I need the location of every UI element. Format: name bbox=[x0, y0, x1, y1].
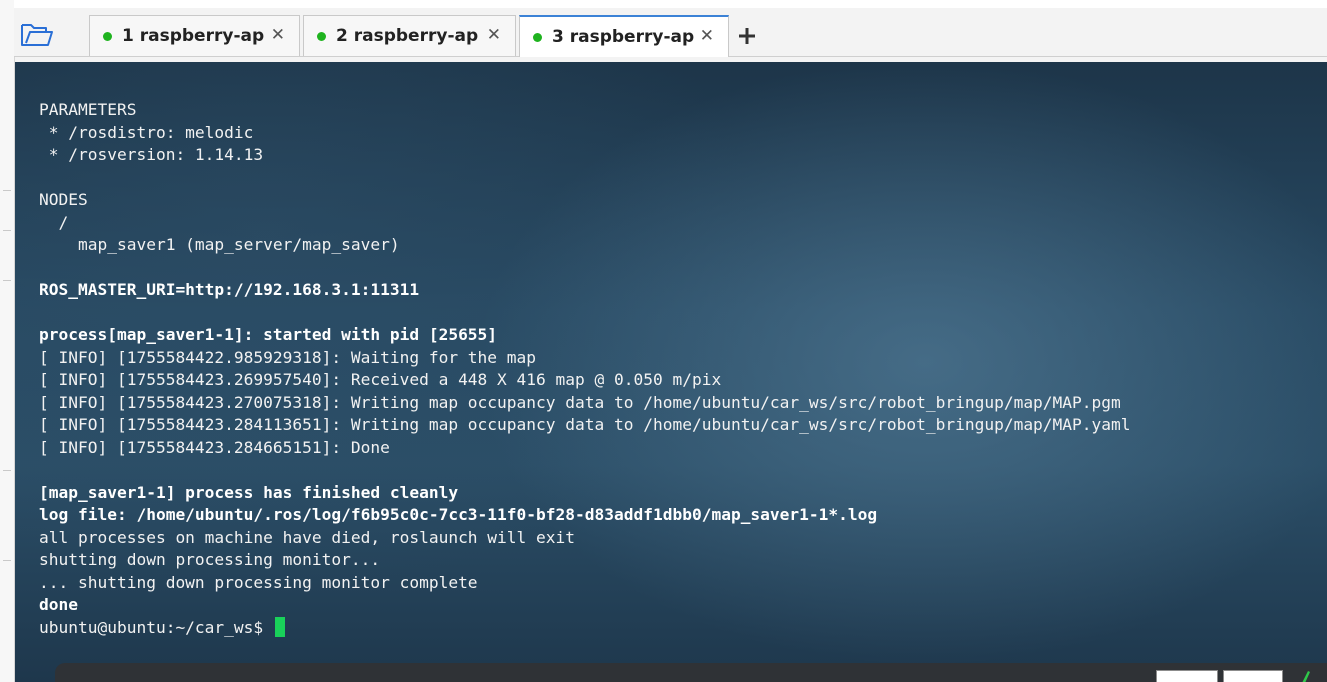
panel-divider bbox=[3, 190, 11, 191]
terminal-line: [ INFO] [1755584423.269957540]: Received… bbox=[39, 370, 722, 389]
panel-divider bbox=[3, 560, 11, 561]
text-cursor bbox=[274, 616, 285, 637]
tab-label: 1 raspberry-ap bbox=[122, 26, 265, 46]
connected-status-icon bbox=[317, 31, 326, 41]
close-icon[interactable]: ✕ bbox=[487, 27, 501, 44]
command-send-button[interactable] bbox=[1156, 670, 1218, 682]
terminal-output[interactable]: PARAMETERS * /rosdistro: melodic * /rosv… bbox=[15, 62, 1327, 682]
terminal-line: NODES bbox=[39, 190, 88, 209]
terminal-text: PARAMETERS * /rosdistro: melodic * /rosv… bbox=[39, 99, 1131, 639]
terminal-line: [ INFO] [1755584423.270075318]: Writing … bbox=[39, 392, 1121, 412]
terminal-app: 1 raspberry-ap ✕ 2 raspberry-ap ✕ 3 rasp… bbox=[0, 0, 1327, 682]
panel-divider bbox=[3, 280, 11, 281]
tab-session-1[interactable]: 1 raspberry-ap ✕ bbox=[89, 15, 300, 56]
terminal-line: ROS_MASTER_URI=http://192.168.3.1:11311 bbox=[39, 280, 420, 299]
tab-session-2[interactable]: 2 raspberry-ap ✕ bbox=[303, 15, 516, 56]
command-input-bar[interactable] bbox=[55, 663, 1327, 682]
tab-label: 2 raspberry-ap bbox=[336, 26, 479, 46]
terminal-line: process[map_saver1-1]: started with pid … bbox=[39, 325, 498, 344]
panel-divider bbox=[3, 230, 11, 231]
terminal-line: [map_saver1-1] process has finished clea… bbox=[39, 482, 459, 502]
tab-label: 3 raspberry-ap bbox=[552, 27, 695, 47]
terminal-line: done bbox=[39, 595, 78, 614]
terminal-line: * /rosdistro: melodic bbox=[39, 122, 254, 142]
plus-icon bbox=[739, 28, 755, 44]
tab-session-3[interactable]: 3 raspberry-ap ✕ bbox=[519, 15, 729, 57]
command-options-button[interactable] bbox=[1223, 670, 1283, 682]
close-icon[interactable]: ✕ bbox=[271, 27, 285, 44]
terminal-line: ... shutting down processing monitor com… bbox=[39, 572, 478, 592]
terminal-line: [ INFO] [1755584423.284665151]: Done bbox=[39, 437, 390, 457]
close-icon[interactable]: ✕ bbox=[700, 28, 714, 45]
connected-status-icon bbox=[103, 31, 112, 41]
terminal-line: shutting down processing monitor... bbox=[39, 550, 381, 569]
terminal-line: map_saver1 (map_server/map_saver) bbox=[39, 235, 400, 254]
window-top-edge bbox=[14, 0, 1327, 8]
shell-prompt: ubuntu@ubuntu:~/car_ws$ bbox=[39, 617, 273, 637]
terminal-line: [ INFO] [1755584422.985929318]: Waiting … bbox=[39, 347, 537, 367]
connected-status-icon bbox=[533, 32, 542, 42]
terminal-line: * /rosversion: 1.14.13 bbox=[39, 145, 264, 164]
left-edge-panel bbox=[0, 0, 15, 682]
panel-divider bbox=[3, 470, 11, 471]
open-session-button[interactable] bbox=[18, 19, 56, 51]
terminal-line: all processes on machine have died, rosl… bbox=[39, 527, 576, 547]
leaf-icon bbox=[1302, 671, 1310, 682]
terminal-line: PARAMETERS bbox=[39, 100, 137, 119]
new-tab-button[interactable] bbox=[734, 23, 760, 49]
folder-open-icon bbox=[21, 24, 53, 46]
terminal-line: / bbox=[39, 212, 69, 232]
shell-prompt-line: ubuntu@ubuntu:~/car_ws$ bbox=[39, 616, 1131, 640]
terminal-line: [ INFO] [1755584423.284113651]: Writing … bbox=[39, 415, 1131, 434]
terminal-line: log file: /home/ubuntu/.ros/log/f6b95c0c… bbox=[39, 505, 878, 524]
